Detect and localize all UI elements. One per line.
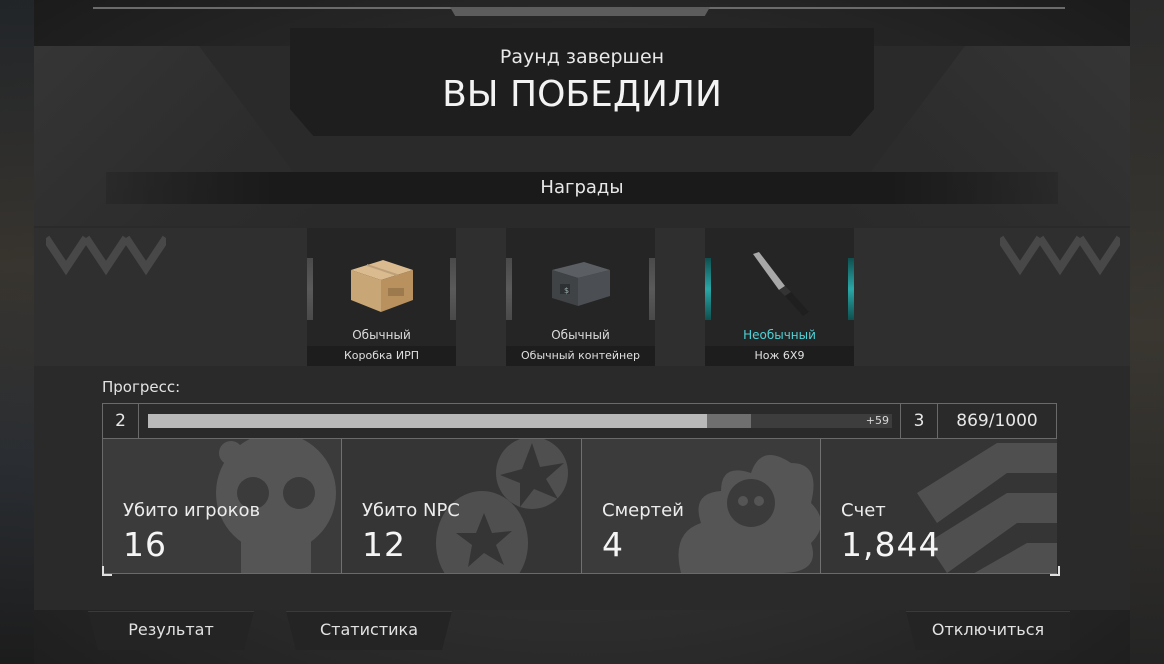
chevron-decoration-left [46, 235, 166, 276]
result-title: ВЫ ПОБЕДИЛИ [442, 74, 722, 115]
stat-label: Смертей [602, 500, 684, 521]
reward-card-container[interactable]: $ Обычный Обычный контейнер [506, 228, 655, 366]
chevron-decoration-right [1000, 235, 1120, 276]
xp-gain-label: +59 [865, 414, 889, 427]
reward-card-mre-box[interactable]: Обычный Коробка ИРП [307, 228, 456, 366]
card-edge-left [307, 258, 313, 320]
stat-value: 12 [362, 525, 406, 564]
progress-label: Прогресс: [102, 378, 181, 396]
stat-label: Убито NPC [362, 500, 460, 521]
rewards-title: Награды [540, 177, 624, 198]
disconnect-button[interactable]: Отключиться [906, 611, 1070, 650]
xp-progress-fill [148, 414, 707, 428]
svg-text:$: $ [564, 286, 569, 295]
reward-rarity: Обычный [352, 328, 411, 342]
tab-statistics-label: Статистика [320, 620, 418, 639]
disconnect-label: Отключиться [931, 620, 1045, 639]
xp-counter: 869/1000 [956, 411, 1038, 431]
frame-corner-left [102, 566, 112, 576]
tab-statistics[interactable]: Статистика [286, 611, 452, 650]
reward-rarity: Обычный [551, 328, 610, 342]
metal-container-icon: $ [540, 248, 620, 318]
stat-label: Счет [841, 500, 886, 521]
tab-result-label: Результат [128, 620, 214, 639]
stat-npc-killed: Убито NPC 12 [341, 439, 582, 573]
round-status: Раунд завершен [499, 46, 665, 68]
stat-deaths: Смертей 4 [581, 439, 821, 573]
top-tab [450, 7, 710, 16]
stat-value: 4 [602, 525, 624, 564]
reward-name: Коробка ИРП [307, 346, 456, 366]
card-edge-left [506, 258, 512, 320]
skull-explosion-icon [678, 455, 821, 573]
card-edge-left [705, 258, 711, 320]
card-edge-right [649, 258, 655, 320]
stat-value: 16 [123, 525, 167, 564]
knife-icon [739, 248, 819, 318]
current-level: 2 [103, 404, 139, 438]
stat-score: Счет 1,844 [820, 439, 1057, 573]
frame-corner-right [1050, 566, 1060, 576]
cardboard-box-icon [341, 248, 421, 318]
progress-row: 2 +59 3 869/1000 [102, 403, 1057, 439]
card-edge-right [450, 258, 456, 320]
tab-result[interactable]: Результат [88, 611, 254, 650]
card-edge-right [848, 258, 854, 320]
reward-name: Нож 6Х9 [705, 346, 854, 366]
stat-value: 1,844 [841, 525, 941, 564]
reward-rarity: Необычный [743, 328, 816, 342]
stats-grid: Убито игроков 16 Убито NPC 12 Смертей 4 … [102, 438, 1057, 574]
stat-label: Убито игроков [123, 500, 261, 521]
xp-progress-bar: +59 [148, 414, 892, 428]
reward-card-knife[interactable]: Необычный Нож 6Х9 [705, 228, 854, 366]
xp-gain-fill [707, 414, 751, 428]
stat-players-killed: Убито игроков 16 [103, 439, 341, 573]
reward-name: Обычный контейнер [506, 346, 655, 366]
next-level: 3 [900, 404, 938, 438]
